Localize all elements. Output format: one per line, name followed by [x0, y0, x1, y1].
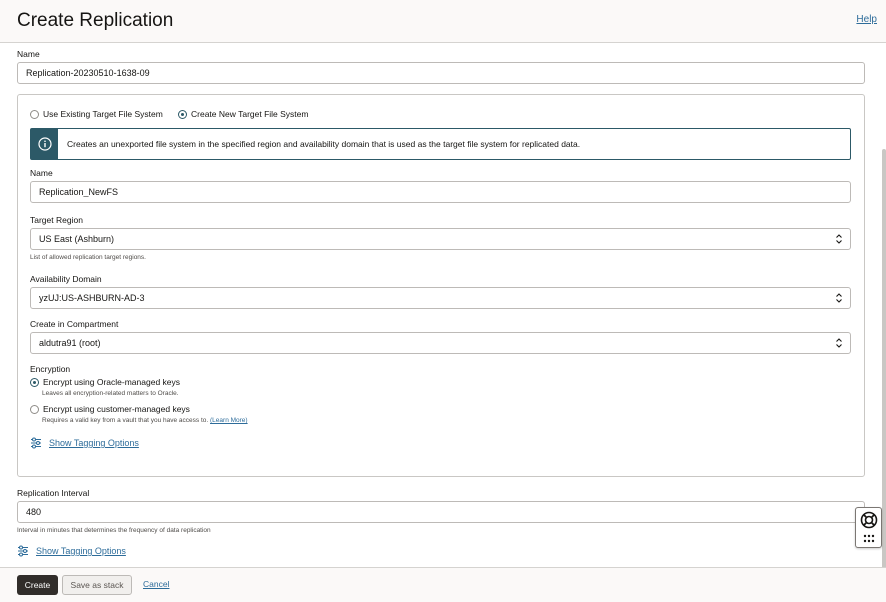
show-tagging-options-link-bottom[interactable]: Show Tagging Options	[17, 545, 126, 557]
show-tagging-options-link[interactable]: Show Tagging Options	[30, 437, 139, 449]
target-region-label: Target Region	[30, 215, 83, 225]
radio-label: Encrypt using Oracle-managed keys	[43, 377, 181, 387]
chevron-updown-icon	[836, 293, 842, 303]
radio-label: Encrypt using customer-managed keys	[43, 404, 190, 414]
info-text: Creates an unexported file system in the…	[67, 139, 581, 149]
encryption-label: Encryption	[30, 364, 71, 374]
cancel-link[interactable]: Cancel	[143, 579, 169, 589]
oracle-keys-hint: Leaves all encryption-related matters to…	[42, 390, 179, 397]
sliders-icon	[31, 437, 41, 449]
radio-use-existing-fs[interactable]: Use Existing Target File System	[30, 109, 163, 119]
radio-dot-selected	[30, 377, 39, 387]
radio-dot-selected	[178, 109, 187, 119]
chevron-updown-icon	[836, 234, 842, 244]
replication-interval-label: Replication Interval	[17, 488, 90, 498]
availability-domain-label: Availability Domain	[30, 274, 102, 284]
radio-dot	[30, 404, 39, 414]
radio-oracle-managed-keys[interactable]: Encrypt using Oracle-managed keys	[30, 377, 180, 387]
radio-label: Use Existing Target File System	[43, 109, 163, 119]
fs-name-label: Name	[30, 168, 53, 178]
replication-name-label: Name	[17, 49, 40, 59]
form-content: Name Use Existing Target File System Cre…	[0, 43, 886, 602]
replication-interval-hint: Interval in minutes that determines the …	[17, 527, 211, 534]
grid-menu-icon[interactable]	[863, 534, 875, 544]
show-tagging-options-label: Show Tagging Options	[49, 438, 139, 448]
info-icon	[37, 137, 52, 151]
target-region-value: US East (Ashburn)	[39, 234, 115, 244]
customer-keys-hint: Requires a valid key from a vault that y…	[42, 417, 248, 424]
radio-dot	[30, 109, 39, 119]
radio-create-new-fs[interactable]: Create New Target File System	[178, 109, 308, 119]
target-region-select[interactable]: US East (Ashburn)	[30, 228, 851, 250]
page-header: Create Replication Help	[0, 0, 886, 43]
create-button[interactable]: Create	[17, 575, 58, 595]
availability-domain-value: yzUJ:US-ASHBURN-AD-3	[39, 293, 145, 303]
lifebuoy-icon[interactable]	[860, 511, 878, 529]
page-title: Create Replication	[17, 10, 174, 31]
form-footer: Create Save as stack Cancel	[0, 567, 886, 602]
customer-keys-hint-text: Requires a valid key from a vault that y…	[42, 417, 209, 424]
radio-label: Create New Target File System	[191, 109, 309, 119]
sliders-icon	[18, 545, 28, 557]
target-region-hint: List of allowed replication target regio…	[30, 254, 146, 261]
replication-name-input[interactable]	[17, 62, 865, 84]
learn-more-link[interactable]: (Learn More)	[210, 417, 248, 424]
save-as-stack-button[interactable]: Save as stack	[62, 575, 132, 595]
info-message: Creates an unexported file system in the…	[30, 128, 851, 160]
scrollbar[interactable]	[882, 149, 886, 602]
compartment-select[interactable]: aldutra91 (root)	[30, 332, 851, 354]
target-fs-panel: Use Existing Target File System Create N…	[17, 94, 865, 477]
info-icon-column	[31, 129, 58, 159]
radio-customer-managed-keys[interactable]: Encrypt using customer-managed keys	[30, 404, 190, 414]
replication-interval-input[interactable]	[17, 501, 865, 523]
help-link[interactable]: Help	[856, 14, 877, 25]
fs-name-input[interactable]	[30, 181, 851, 203]
compartment-label: Create in Compartment	[30, 319, 119, 329]
show-tagging-options-label: Show Tagging Options	[36, 546, 126, 556]
floating-help-widget	[855, 507, 882, 548]
chevron-updown-icon	[836, 338, 842, 348]
availability-domain-select[interactable]: yzUJ:US-ASHBURN-AD-3	[30, 287, 851, 309]
compartment-value: aldutra91 (root)	[39, 338, 101, 348]
